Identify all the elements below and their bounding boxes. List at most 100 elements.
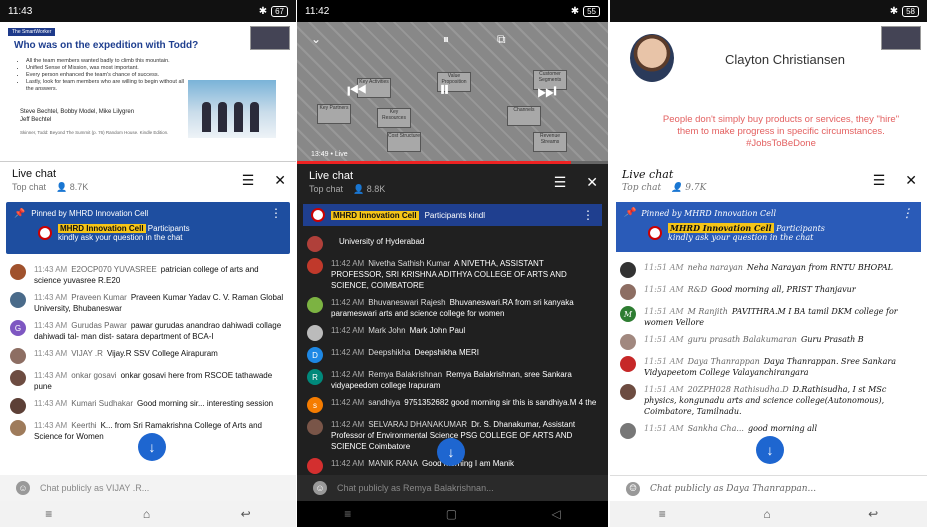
chat-message[interactable]: 11:43 AM Kumari Sudhakar Good morning sir.…	[10, 398, 286, 414]
close-icon[interactable]: ✕	[905, 172, 917, 189]
user-avatar[interactable]: M	[620, 306, 636, 322]
chat-mode-dropdown[interactable]: Top chat	[622, 183, 661, 193]
chat-message[interactable]: 11:51 AM Daya Thanrappan Daya Thanrappan. …	[620, 356, 917, 378]
user-avatar[interactable]	[620, 334, 636, 350]
back-icon[interactable]: ↩	[868, 507, 878, 521]
slide-reference: Skinner, Todd: Beyond The Summit (p. 76)…	[20, 130, 169, 135]
user-avatar[interactable]	[307, 236, 323, 252]
user-avatar[interactable]: D	[307, 347, 323, 363]
chat-input[interactable]: ☺ Chat publicly as VIJAY .R...	[0, 475, 296, 501]
wifi-icon: ✱	[570, 5, 580, 17]
user-avatar[interactable]	[10, 348, 26, 364]
chat-message[interactable]: s 11:42 AM sandhiya 9751352682 good morning…	[307, 397, 598, 413]
close-icon[interactable]: ✕	[274, 172, 286, 189]
chat-message[interactable]: R 11:42 AM Remya Balakrishnan Remya Balakri…	[307, 369, 598, 391]
user-avatar[interactable]	[10, 292, 26, 308]
status-bar: ✱ 58	[610, 0, 927, 22]
user-avatar[interactable]: R	[307, 369, 323, 385]
emoji-icon[interactable]: ☺	[16, 481, 30, 495]
user-avatar[interactable]	[620, 423, 636, 439]
wifi-icon: ✱	[889, 5, 899, 17]
chat-message[interactable]: University of Hyderabad	[307, 236, 598, 252]
pinned-message[interactable]: MHRD Innovation Cell Participants kindl …	[303, 204, 602, 226]
pinned-message[interactable]: 📌 Pinned by MHRD Innovation Cell MHRD Inn…	[616, 202, 921, 252]
user-avatar[interactable]: s	[307, 397, 323, 413]
video-player[interactable]: The SmartWorker Who was on the expeditio…	[0, 22, 296, 162]
message-time: 11:43 AM	[34, 265, 68, 274]
chat-message[interactable]: 11:43 AM onkar gosavi onkar gosavi here fr…	[10, 370, 286, 392]
scroll-down-button[interactable]: ↓	[756, 436, 784, 464]
previous-icon[interactable]: ⏮	[347, 78, 367, 104]
user-avatar[interactable]	[307, 258, 323, 274]
user-avatar[interactable]	[307, 419, 323, 435]
chat-message[interactable]: 11:43 AM Praveen Kumar Praveen Kumar Yadav…	[10, 292, 286, 314]
settings-sliders-icon[interactable]: ☰	[242, 172, 255, 189]
pause-toggle-icon[interactable]: ⏸	[443, 32, 449, 47]
user-avatar[interactable]	[620, 284, 636, 300]
message-author: Deepshikha	[368, 348, 411, 357]
scroll-down-button[interactable]: ↓	[138, 433, 166, 461]
message-time: 11:43 AM	[34, 421, 68, 430]
chat-message[interactable]: 11:51 AM 20ZPH028 Rathisudha.D D.Rathisudh…	[620, 384, 917, 417]
user-avatar[interactable]	[307, 325, 323, 341]
chat-message[interactable]: 11:51 AM R&D Good morning all, PRIST Thanj…	[620, 284, 917, 300]
chat-message[interactable]: 11:43 AM E2OCP070 YUVASREE patrician colle…	[10, 264, 286, 286]
chat-message[interactable]: D 11:42 AM Deepshikha Deepshikha MERI	[307, 347, 598, 363]
message-text: onkar gosavi here from RSCOE tathawade p…	[34, 371, 273, 391]
chat-message[interactable]: G 11:43 AM Gurudas Pawar pawar gurudas anan…	[10, 320, 286, 342]
menu-icon[interactable]: ≡	[659, 507, 666, 521]
chat-message[interactable]: 11:51 AM neha narayan Neha Narayan from RN…	[620, 262, 917, 278]
user-avatar[interactable]	[10, 420, 26, 436]
emoji-icon[interactable]: ☺	[626, 481, 640, 496]
user-avatar[interactable]	[620, 262, 636, 278]
chat-message[interactable]: 11:42 AM Mark John Mark John Paul	[307, 325, 598, 341]
emoji-icon[interactable]: ☺	[313, 481, 327, 495]
chat-message[interactable]: 11:43 AM VIJAY .R Vijay.R SSV College Aira…	[10, 348, 286, 364]
chat-message[interactable]: M 11:51 AM M Ranjith PAVITHRA.M I BA tamil …	[620, 306, 917, 328]
user-avatar[interactable]	[307, 297, 323, 313]
home-icon[interactable]: ▢	[446, 507, 457, 521]
battery-icon: 67	[271, 5, 288, 17]
collapse-icon[interactable]: ⌄	[311, 32, 321, 46]
pinned-message[interactable]: 📌 Pinned by MHRD Innovation Cell MHRD Inn…	[6, 202, 290, 254]
user-avatar[interactable]	[10, 264, 26, 280]
settings-sliders-icon[interactable]: ☰	[554, 174, 567, 191]
chat-message[interactable]: 11:42 AM Nivetha Sathish Kumar A NIVETHA, …	[307, 258, 598, 291]
chat-mode-dropdown[interactable]: Top chat	[12, 182, 46, 193]
home-icon[interactable]: ⌂	[143, 507, 150, 521]
close-icon[interactable]: ✕	[586, 174, 598, 191]
menu-icon[interactable]: ≡	[45, 507, 52, 521]
video-player[interactable]: Key Activities Key Partners Value Propos…	[297, 22, 608, 164]
chat-message-body: 11:51 AM neha narayan Neha Narayan from RN…	[644, 262, 893, 278]
back-icon[interactable]: ↩	[241, 507, 251, 521]
user-avatar[interactable]: G	[10, 320, 26, 336]
next-icon[interactable]: ⏭	[537, 78, 557, 104]
cast-icon[interactable]: ⧉	[497, 32, 506, 47]
scroll-down-button[interactable]: ↓	[437, 438, 465, 466]
chat-message[interactable]: 11:42 AM Bhuvaneswari Rajesh Bhuvaneswari.…	[307, 297, 598, 319]
user-avatar[interactable]	[620, 356, 636, 372]
chat-input[interactable]: ☺ Chat publicly as Daya Thanrappan...	[610, 475, 927, 501]
user-avatar[interactable]	[307, 458, 323, 474]
user-avatar[interactable]	[10, 370, 26, 386]
more-options-icon[interactable]: ⋮	[582, 208, 594, 222]
chat-message-body: 11:51 AM Daya Thanrappan Daya Thanrappan. …	[644, 356, 917, 378]
message-author: SELVARAJ DHANAKUMAR	[368, 420, 468, 429]
back-icon[interactable]: ◁	[552, 507, 561, 521]
user-avatar[interactable]	[10, 398, 26, 414]
pause-icon[interactable]: ⏸	[439, 76, 450, 102]
chat-mode-dropdown[interactable]: Top chat	[309, 184, 343, 195]
battery-icon: 58	[902, 5, 919, 17]
more-options-icon[interactable]: ⋮	[901, 206, 913, 220]
settings-sliders-icon[interactable]: ☰	[873, 172, 886, 189]
menu-icon[interactable]: ≡	[344, 507, 351, 521]
chat-input[interactable]: ☺ Chat publicly as Remya Balakrishnan...	[297, 475, 608, 501]
slide-names-line: Steve Bechtel, Bobby Model, Mike Lilygre…	[20, 109, 135, 115]
home-icon[interactable]: ⌂	[763, 507, 770, 521]
author-badge: MHRD Innovation Cell	[58, 224, 146, 233]
video-player[interactable]: Clayton Christiansen People don't simply…	[610, 22, 927, 162]
chat-message[interactable]: 11:51 AM guru prasath Balakumaran Guru Pra…	[620, 334, 917, 350]
user-avatar[interactable]	[620, 384, 636, 400]
more-options-icon[interactable]: ⋮	[270, 206, 282, 220]
message-time: 11:51 AM	[644, 263, 684, 272]
